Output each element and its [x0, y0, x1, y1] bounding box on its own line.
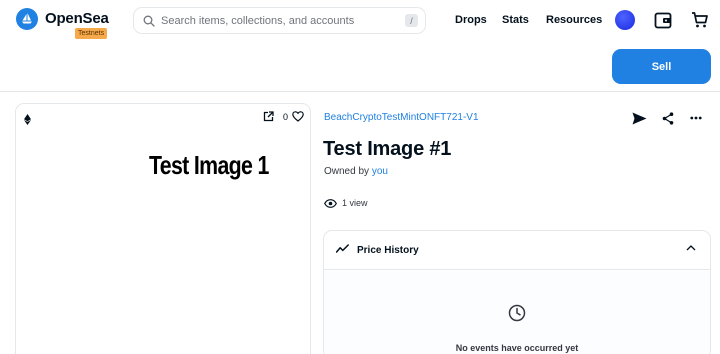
avatar[interactable] — [615, 10, 635, 30]
item-title: Test Image #1 — [323, 138, 452, 160]
no-events-message: No events have occurred yet — [455, 343, 579, 353]
wallet-icon[interactable] — [653, 10, 673, 30]
view-count: 1 view — [324, 198, 368, 208]
search-bar[interactable]: / — [133, 7, 426, 34]
eye-icon — [324, 198, 337, 208]
favorites-count: 0 — [283, 112, 289, 122]
search-input[interactable] — [161, 14, 401, 27]
clock-icon — [508, 304, 526, 322]
nav-drops[interactable]: Drops — [455, 14, 487, 26]
search-icon — [143, 15, 155, 27]
price-history-body: No events have occurred yet — [324, 271, 710, 354]
price-history-panel: Price History No events have occurred ye… — [323, 230, 711, 354]
send-icon[interactable] — [630, 109, 648, 127]
sailboat-icon — [22, 13, 32, 24]
heart-icon[interactable] — [292, 111, 304, 122]
search-shortcut-key: / — [405, 14, 418, 27]
view-count-text: 1 view — [342, 198, 368, 208]
trending-chart-icon — [336, 244, 349, 253]
owner-link[interactable]: you — [372, 166, 388, 177]
sell-button[interactable]: Sell — [612, 49, 711, 84]
price-history-title: Price History — [357, 245, 419, 256]
price-history-header[interactable]: Price History — [324, 231, 710, 270]
external-link-icon[interactable] — [263, 111, 274, 122]
share-icon[interactable] — [659, 109, 677, 127]
cart-icon[interactable] — [690, 10, 710, 30]
nft-image-card: 0 Test Image 1 — [15, 103, 311, 354]
nft-image-text: Test Image 1 — [149, 150, 269, 180]
nav-stats[interactable]: Stats — [502, 14, 529, 26]
action-bar-divider — [0, 91, 720, 92]
owned-by-label: Owned by — [324, 166, 370, 177]
nav-resources[interactable]: Resources — [546, 14, 602, 26]
owned-by: Owned by you — [324, 166, 388, 177]
opensea-logo[interactable] — [16, 8, 38, 30]
chevron-up-icon[interactable] — [686, 245, 696, 251]
top-navbar: OpenSea Testnets / Drops Stats Resources — [0, 0, 720, 42]
collection-link[interactable]: BeachCryptoTestMintONFT721-V1 — [324, 112, 479, 123]
ethereum-icon — [24, 112, 31, 130]
testnets-badge: Testnets — [75, 28, 108, 39]
more-options-icon[interactable] — [687, 109, 705, 127]
brand-name[interactable]: OpenSea — [45, 10, 109, 27]
